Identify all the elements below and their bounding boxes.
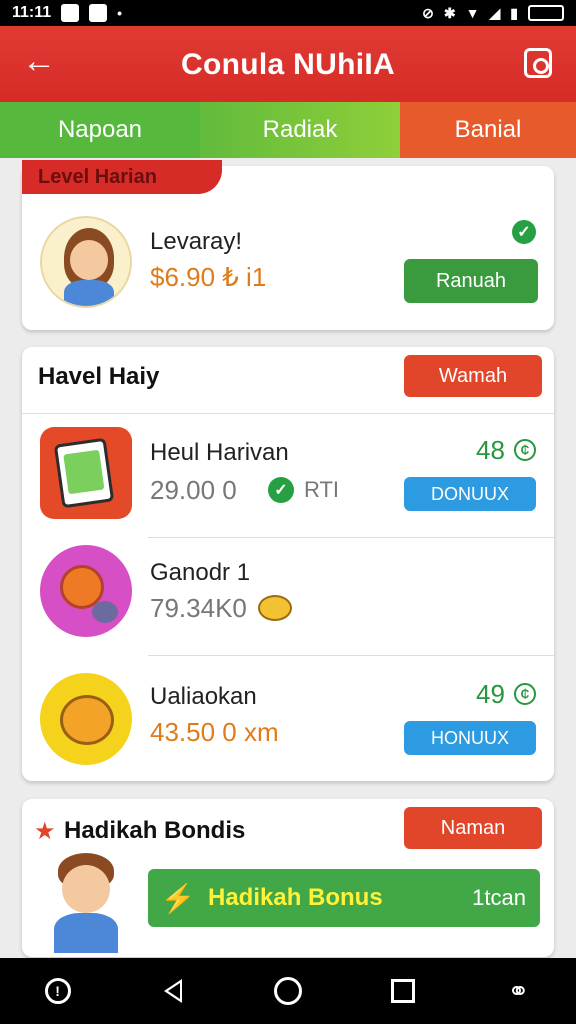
- level-name: Levaray!: [150, 228, 243, 255]
- camera-icon[interactable]: [524, 48, 552, 78]
- coin-icon: ₵: [514, 439, 536, 461]
- item-title: Ganodr 1: [150, 559, 251, 586]
- bonus-bar-label: Hadikah Bonus: [208, 884, 383, 911]
- naman-button[interactable]: Naman: [404, 807, 542, 849]
- apps-icon[interactable]: ⚭: [498, 971, 538, 1011]
- item-title: Heul Harivan: [150, 439, 289, 466]
- recents-icon[interactable]: [383, 971, 423, 1011]
- bonus-card: ★ Hadikah Bondis Naman ⚡ Hadikah Bonus 1…: [22, 799, 554, 957]
- tab-napoan[interactable]: Napoan: [0, 102, 200, 158]
- level-amount: $6.90 ₺ i1: [150, 262, 267, 292]
- smiley-game-icon: [40, 673, 132, 765]
- boy-illustration: [36, 851, 132, 955]
- wifi-icon: ▼: [465, 5, 480, 21]
- bluetooth-icon: ✱: [443, 4, 456, 21]
- item-suffix: RTI: [304, 477, 340, 502]
- divider: [148, 537, 554, 538]
- coin-face-icon: [258, 595, 292, 621]
- phone-game-icon: [40, 427, 132, 519]
- status-right: ⊘ ✱ ▼ ◢ ▮: [422, 5, 564, 22]
- star-icon: ★: [34, 818, 56, 845]
- back-arrow-icon[interactable]: ←: [22, 44, 56, 80]
- notification-icon: [61, 4, 80, 22]
- item-amount: 43.50 0 xm: [150, 717, 279, 747]
- tab-banial[interactable]: Banial: [400, 102, 576, 158]
- divider: [22, 413, 554, 414]
- signal-icon: ◢: [489, 4, 501, 21]
- tab-radiak[interactable]: Radiak: [200, 102, 400, 158]
- bonus-card-title: Hadikah Bondis: [64, 817, 246, 844]
- tab-bar: Napoan Radiak Banial: [0, 102, 576, 158]
- back-icon[interactable]: [153, 971, 193, 1011]
- bonus-bar-button[interactable]: ⚡ Hadikah Bonus 1tcan: [148, 869, 540, 927]
- info-icon[interactable]: !: [38, 971, 78, 1011]
- home-icon[interactable]: [268, 971, 308, 1011]
- level-ribbon: Level Harian: [22, 160, 222, 194]
- page-title: Conula NUhiIA: [181, 48, 395, 81]
- bonus-button-1[interactable]: DONUUX: [404, 477, 536, 511]
- sync-icon: •: [117, 5, 123, 21]
- ranuah-button[interactable]: Ranuah: [404, 259, 538, 303]
- item-points: 48: [476, 435, 505, 465]
- mute-icon: ⊘: [422, 4, 434, 21]
- coin-icon: ₵: [514, 683, 536, 705]
- item-points: 49: [476, 679, 505, 709]
- status-time: 11:11: [12, 4, 52, 21]
- bonus-bar-suffix: 1tcan: [472, 885, 526, 910]
- item-amount: 79.34K0: [150, 593, 247, 623]
- bonus-button-2[interactable]: HONUUX: [404, 721, 536, 755]
- level-card: Level Harian Levaray! $6.90 ₺ i1 ✓ Ranua…: [22, 160, 554, 330]
- item-amount: 29.00 0: [150, 475, 237, 505]
- level-ribbon-label: Level Harian: [38, 166, 157, 188]
- app-notification-icon: [89, 4, 108, 22]
- app-bar: ← Conula NUhiIA: [0, 26, 576, 104]
- check-icon: ✓: [268, 477, 294, 503]
- check-icon: ✓: [512, 220, 536, 244]
- wamah-button[interactable]: Wamah: [404, 355, 542, 397]
- item-title: Ualiaokan: [150, 683, 257, 710]
- candy-game-icon: [40, 545, 132, 637]
- daily-card: Havel Haiy Wamah Heul Harivan 29.00 0 ✓ …: [22, 347, 554, 781]
- sim-icon: ▮: [510, 4, 518, 21]
- avatar: [40, 216, 132, 308]
- daily-card-title: Havel Haiy: [38, 363, 160, 390]
- status-bar: 11:11 • ⊘ ✱ ▼ ◢ ▮: [0, 0, 576, 26]
- lightning-icon: ⚡: [160, 882, 196, 914]
- divider: [148, 655, 554, 656]
- battery-icon: [528, 5, 564, 21]
- system-nav-bar: ! ⚭: [0, 958, 576, 1024]
- status-left: 11:11 •: [12, 4, 122, 22]
